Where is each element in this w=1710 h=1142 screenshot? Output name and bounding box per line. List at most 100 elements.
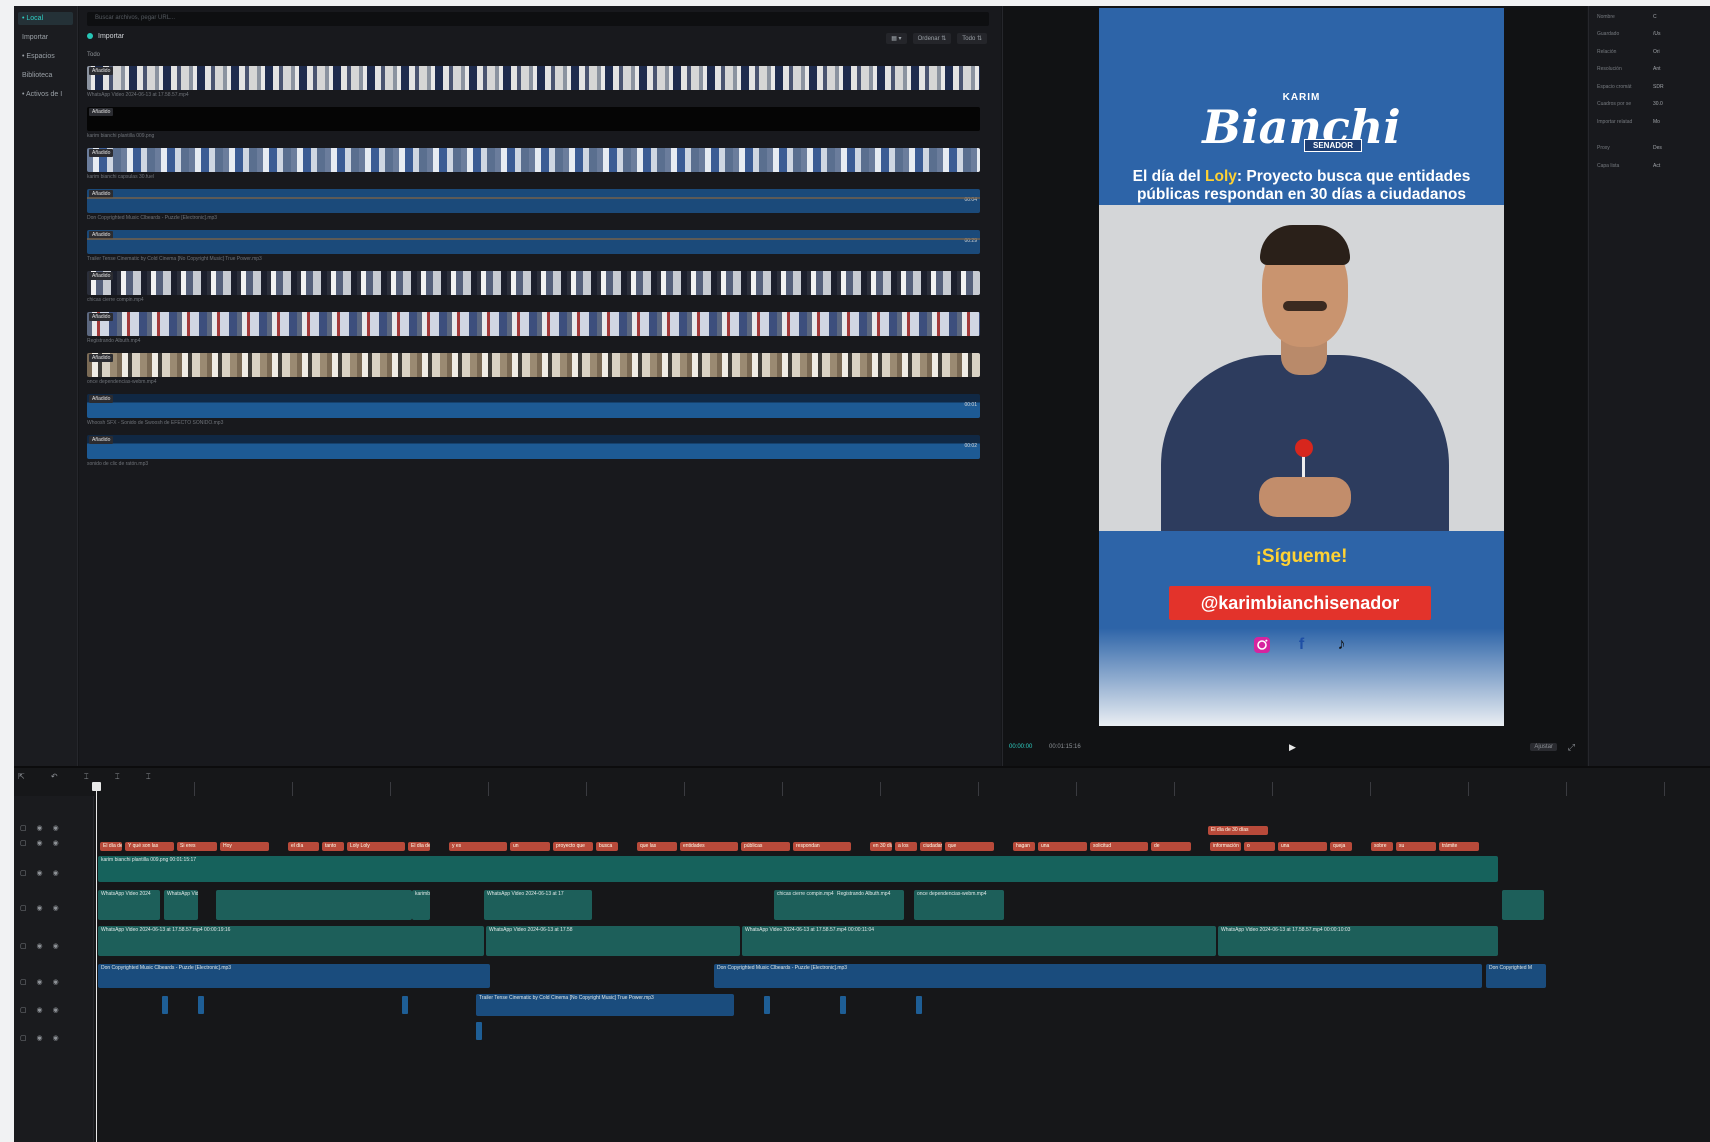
caption-clip[interactable]: que las — [637, 842, 677, 851]
media-clip[interactable]: Añadido 00:01 — [87, 394, 980, 418]
video-clip[interactable]: once dependencias-webm.mp4 — [914, 890, 1004, 920]
video-clip[interactable]: WhatsApp Video 2024-06-13 at 17.58.57.mp… — [164, 890, 198, 920]
media-clip[interactable]: Añadido — [87, 148, 980, 172]
audio-clip[interactable]: Don Copyrighted Music Clbeards - Puzzle … — [714, 964, 1482, 988]
caption-clip[interactable]: a los — [895, 842, 917, 851]
video-clip[interactable]: Registrando Albuth.mp4 — [834, 890, 904, 920]
sfx-mini-clip[interactable] — [198, 996, 204, 1014]
track-controls[interactable]: ▢ ◉ ◉ — [20, 1034, 63, 1042]
clip-label: Don Copyrighted M — [1489, 965, 1533, 971]
video-clip[interactable] — [216, 890, 412, 920]
caption-clip[interactable]: respondan — [793, 842, 851, 851]
media-clip[interactable]: Añadido — [87, 353, 980, 377]
preview-frame[interactable]: KARIM Bianchi SENADOR El día del Loly: P… — [1099, 8, 1504, 726]
media-clip[interactable]: Añadido 00:02 — [87, 435, 980, 459]
caption-clip[interactable]: información — [1210, 842, 1241, 851]
sidebar-item-library[interactable]: Biblioteca — [18, 69, 73, 82]
caption-clip[interactable]: queja — [1330, 842, 1352, 851]
main-video-clip[interactable]: WhatsApp Video 2024-06-13 at 17.58.57.mp… — [1218, 926, 1498, 956]
caption-clip[interactable]: públicas — [741, 842, 790, 851]
track-controls[interactable]: ▢ ◉ ◉ — [20, 869, 63, 877]
main-video-clip[interactable]: WhatsApp Video 2024-06-13 at 17.58 — [486, 926, 740, 956]
video-clip[interactable]: WhatsApp Video 2024-06-13 at 17 — [484, 890, 584, 920]
video-clip[interactable] — [574, 890, 592, 920]
main-video-clip[interactable]: WhatsApp Video 2024-06-13 at 17.58.57.mp… — [742, 926, 1216, 956]
fullscreen-icon[interactable]: ⤢ — [1568, 742, 1575, 753]
sidebar-item-assets[interactable]: • Activos de I — [18, 88, 73, 101]
sidebar-item-spaces[interactable]: • Espacios — [18, 50, 73, 63]
caption-clip[interactable]: su — [1396, 842, 1436, 851]
media-clip[interactable]: Añadido 00:29 — [87, 230, 980, 254]
caption-clip[interactable]: una — [1278, 842, 1327, 851]
property-value: Ori — [1653, 49, 1660, 55]
caption-clip[interactable]: que — [945, 842, 994, 851]
caption-clip[interactable]: sobre — [1371, 842, 1393, 851]
sfx-mini-clip[interactable] — [916, 996, 922, 1014]
clip-label: Trailer Tense Cinematic by Cold Cinema [… — [479, 995, 654, 1001]
quality-dropdown[interactable]: Ajustar — [1530, 743, 1557, 751]
caption-clip[interactable]: en 30 días — [870, 842, 892, 851]
track-controls[interactable]: ▢ ◉ ◉ — [20, 1006, 63, 1014]
property-value: Act — [1653, 163, 1661, 169]
caption-clip[interactable]: hagan — [1013, 842, 1035, 851]
timeline-toolbar[interactable]: ⇱ ↶ ⌶ ⌶ ⌶ — [18, 772, 163, 782]
caption-clip[interactable]: El día de 30 días — [1208, 826, 1268, 835]
video-clip[interactable]: karimbianchi 2024 — [412, 890, 430, 920]
sfx-mini-clip[interactable] — [476, 1022, 482, 1040]
clip-duration: 00:04 — [964, 197, 977, 203]
caption-clip[interactable]: Hoy — [220, 842, 269, 851]
sfx-mini-clip[interactable] — [402, 996, 408, 1014]
caption-clip[interactable]: Y qué son las — [125, 842, 174, 851]
video-clip[interactable] — [1502, 890, 1544, 920]
caption-clip[interactable]: proyecto que — [553, 842, 593, 851]
sfx-mini-clip[interactable] — [840, 996, 846, 1014]
caption-clip[interactable]: un — [510, 842, 550, 851]
caption-clip[interactable]: busca — [596, 842, 618, 851]
track-controls[interactable]: ▢ ◉ ◉ — [20, 978, 63, 986]
template-clip[interactable]: karim bianchi plantilla 009.png 00:01:15… — [98, 856, 1498, 882]
caption-clip[interactable]: una — [1038, 842, 1087, 851]
filter-button[interactable]: Todo ⇅ — [957, 33, 987, 44]
caption-clip[interactable]: Loly Loly — [347, 842, 405, 851]
caption-clip[interactable]: y es — [449, 842, 507, 851]
sort-button[interactable]: Ordenar ⇅ — [912, 33, 952, 44]
caption-clip[interactable]: solicitud — [1090, 842, 1148, 851]
main-video-clip[interactable]: WhatsApp Video 2024-06-13 at 17.58.57.mp… — [98, 926, 484, 956]
track-controls[interactable]: ▢ ◉ ◉ — [20, 904, 63, 912]
video-clip[interactable]: WhatsApp Video 2024 — [98, 890, 160, 920]
import-button[interactable]: Importar — [87, 33, 124, 40]
audio-clip[interactable]: Don Copyrighted M — [1486, 964, 1546, 988]
sfx-clip[interactable]: Trailer Tense Cinematic by Cold Cinema [… — [476, 994, 734, 1016]
caption-clip[interactable]: de — [1151, 842, 1191, 851]
sfx-mini-clip[interactable] — [764, 996, 770, 1014]
media-search-input[interactable]: Buscar archivos, pegar URL... — [87, 12, 989, 26]
sidebar-item-import[interactable]: Importar — [18, 31, 73, 44]
caption-clip[interactable]: el día — [288, 842, 319, 851]
audio-clip[interactable]: Don Copyrighted Music Clbeards - Puzzle … — [98, 964, 490, 988]
play-button[interactable]: ▶ — [1289, 742, 1296, 753]
caption-clip[interactable]: entidades — [680, 842, 738, 851]
caption-clip[interactable]: trámite — [1439, 842, 1479, 851]
time-ruler[interactable] — [96, 782, 1710, 796]
caption-clip[interactable]: o — [1244, 842, 1275, 851]
media-clip[interactable]: Añadido 00:04 — [87, 189, 980, 213]
media-clip[interactable]: Añadido — [87, 312, 980, 336]
media-clip[interactable]: Añadido — [87, 107, 980, 131]
sidebar-item-local[interactable]: • Local — [18, 12, 73, 25]
track-controls[interactable]: ▢ ◉ ◉ — [20, 824, 63, 832]
caption-clip[interactable]: ciudadanos — [920, 842, 942, 851]
view-mode-button[interactable]: ▦ ▾ — [886, 33, 907, 44]
track-controls[interactable]: ▢ ◉ ◉ — [20, 839, 63, 847]
added-badge: Añadido — [89, 354, 114, 362]
property-row: Capa lista Act — [1597, 163, 1660, 169]
caption-clip[interactable]: Si eres — [177, 842, 217, 851]
caption-clip[interactable]: tanto — [322, 842, 344, 851]
track-controls[interactable]: ▢ ◉ ◉ — [20, 942, 63, 950]
playhead[interactable] — [92, 782, 101, 1142]
media-panel: Buscar archivos, pegar URL... Importar ▦… — [79, 6, 1001, 832]
caption-clip[interactable]: El día del — [408, 842, 430, 851]
media-clip[interactable]: Añadido — [87, 271, 980, 295]
media-clip[interactable]: Añadido — [87, 66, 980, 90]
sfx-mini-clip[interactable] — [162, 996, 168, 1014]
caption-clip[interactable]: El día del — [100, 842, 122, 851]
